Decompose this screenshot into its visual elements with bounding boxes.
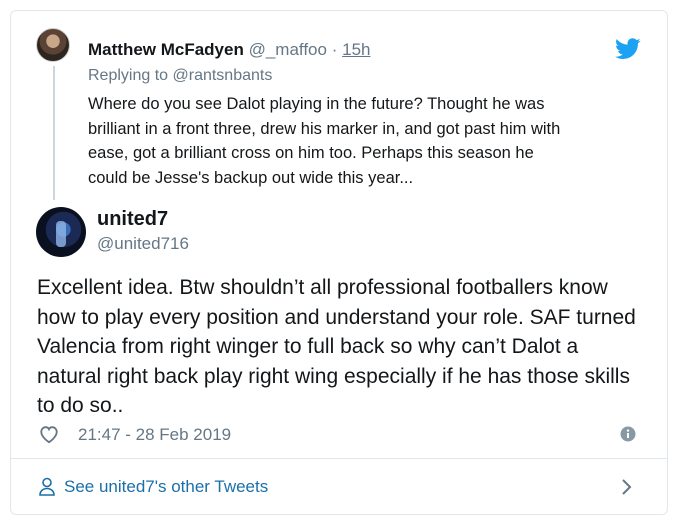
parent-time-link[interactable]: 15h [342, 40, 370, 59]
main-text-line: to do so.. [37, 394, 124, 417]
parent-handle[interactable]: @_maffoo [249, 40, 327, 59]
info-icon[interactable] [620, 426, 636, 442]
main-tweet-text: Excellent idea. Btw shouldn’t all profes… [37, 273, 657, 421]
twitter-bird-icon[interactable] [615, 38, 641, 60]
main-handle[interactable]: @united716 [97, 234, 189, 254]
chevron-right-icon[interactable] [621, 478, 633, 496]
parent-text-line: could be Jesse's backup out wide this ye… [88, 168, 414, 187]
main-text-line: Excellent idea. Btw shouldn’t all profes… [37, 276, 608, 299]
parent-text-line: ease, got a brilliant cross on him too. … [88, 144, 534, 162]
parent-text-line: Where do you see Dalot playing in the fu… [88, 95, 545, 113]
tweet-timestamp[interactable]: 21:47 - 28 Feb 2019 [78, 425, 231, 445]
parent-display-name[interactable]: Matthew McFadyen [88, 40, 244, 59]
parent-text-line: brilliant in a front three, drew his mar… [88, 119, 561, 138]
main-text-line: natural right back play right wing espec… [37, 364, 630, 388]
parent-separator: · [331, 40, 338, 59]
see-other-tweets-link[interactable]: See united7's other Tweets [64, 477, 268, 497]
main-text-line: how to play every position and understan… [37, 305, 636, 329]
thread-line [53, 66, 55, 200]
main-text-line: Valencia from right winger to full back … [37, 335, 579, 358]
footer-divider [11, 458, 667, 459]
main-display-name[interactable]: united7 [97, 208, 168, 231]
heart-icon[interactable] [38, 424, 60, 444]
parent-avatar[interactable] [36, 28, 70, 62]
parent-tweet-text: Where do you see Dalot playing in the fu… [88, 92, 648, 190]
replying-to[interactable]: Replying to @rantsnbants [88, 67, 272, 85]
person-icon [39, 477, 55, 496]
parent-tweet-header: Matthew McFadyen @_maffoo · 15h [88, 40, 371, 60]
main-avatar[interactable] [36, 207, 86, 257]
